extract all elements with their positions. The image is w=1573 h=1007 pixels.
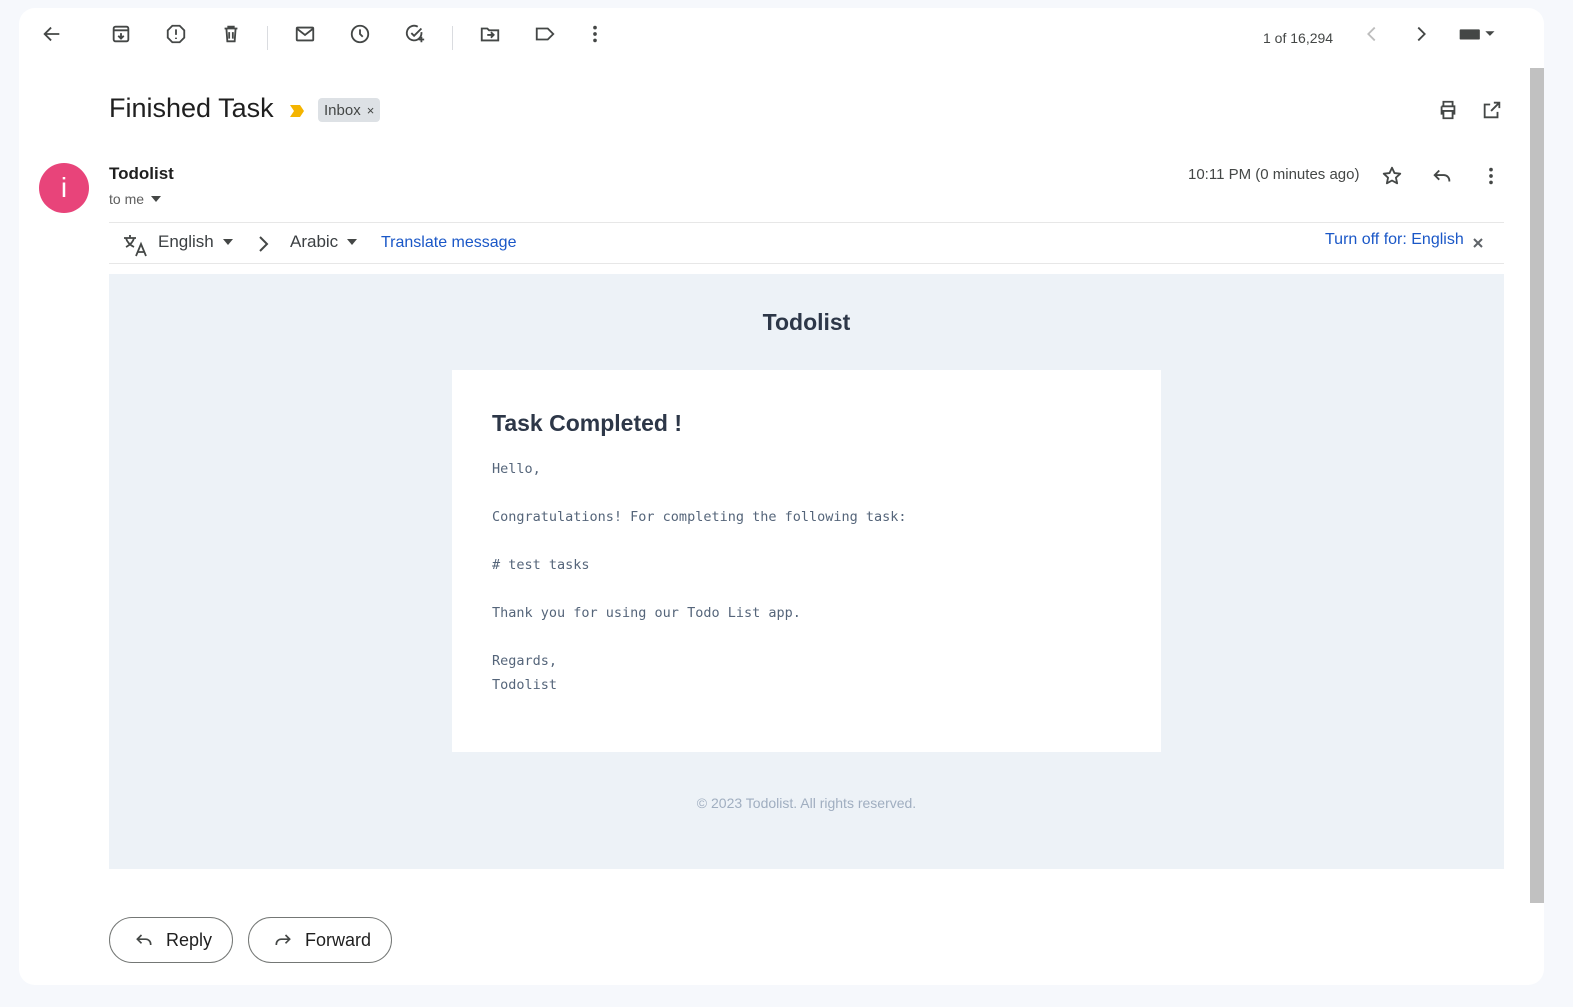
caret-down-icon (222, 239, 233, 245)
turn-off-translate-link[interactable]: Turn off for: English (1325, 231, 1464, 249)
target-language-select[interactable]: Arabic (290, 232, 358, 252)
reply-icon (1433, 169, 1451, 182)
scrollbar[interactable] (1530, 68, 1544, 903)
archive-icon (112, 25, 130, 43)
email-card: Task Completed ! Hello, Congratulations!… (452, 370, 1161, 752)
trash-icon (224, 25, 238, 43)
reply-button[interactable]: Reply (109, 917, 234, 963)
more-vertical-icon (593, 25, 597, 43)
arrow-left-icon (43, 26, 60, 42)
email-content: Todolist Task Completed ! Hello, Congrat… (109, 274, 1504, 869)
caret-down-icon (151, 196, 162, 202)
email-heading: Task Completed ! (492, 410, 682, 436)
snooze-button[interactable] (347, 21, 373, 47)
chevron-right-icon (259, 236, 269, 252)
move-to-button[interactable] (477, 21, 503, 47)
report-icon (166, 24, 186, 44)
recipient-text: to me (109, 191, 145, 207)
labels-button[interactable] (532, 21, 558, 47)
forward-icon (275, 934, 291, 945)
chevron-left-icon (1367, 26, 1376, 42)
close-icon[interactable] (1473, 238, 1483, 248)
message-time: 10:11 PM (0 minutes ago) (1188, 166, 1360, 183)
message-panel: 1 of 16,294 Finished Task Inbox × i Todo… (19, 8, 1544, 985)
delete-button[interactable] (218, 21, 244, 47)
body-line: # test tasks (492, 557, 590, 573)
older-button[interactable] (1408, 21, 1434, 47)
subject: Finished Task (109, 93, 274, 123)
email-footer: © 2023 Todolist. All rights reserved. (696, 795, 917, 811)
source-language: English (158, 232, 214, 251)
recipient-details[interactable]: to me (109, 191, 162, 207)
archive-button[interactable] (108, 21, 134, 47)
reply-label: Reply (166, 929, 213, 950)
remove-label-button[interactable]: × (367, 103, 375, 118)
reply-icon-button[interactable] (1429, 163, 1455, 189)
target-language: Arabic (290, 232, 339, 251)
sender-avatar[interactable]: i (39, 163, 89, 213)
print-icon (1440, 100, 1456, 120)
translate-icon (124, 235, 147, 257)
clock-icon (350, 24, 370, 44)
body-line: Todolist (492, 677, 558, 693)
more-options-button[interactable] (582, 21, 608, 47)
open-in-new-icon (1483, 101, 1501, 119)
reply-icon (136, 934, 152, 945)
caret-down-icon (347, 239, 358, 245)
toolbar-divider (452, 26, 453, 50)
report-spam-button[interactable] (163, 21, 189, 47)
body-line (492, 625, 1121, 649)
newer-button[interactable] (1359, 21, 1385, 47)
more-vertical-icon (1489, 167, 1493, 185)
open-new-window-button[interactable] (1479, 97, 1505, 123)
translate-message-link[interactable]: Translate message (381, 234, 516, 252)
body-line: Regards, (492, 653, 558, 669)
inbox-label-chip: Inbox × (318, 98, 381, 122)
body-line: Hello, (492, 461, 541, 477)
body-line (492, 577, 1121, 601)
body-line: Thank you for using our Todo List app. (492, 605, 801, 621)
message-toolbar: 1 of 16,294 (19, 8, 1544, 68)
forward-button[interactable]: Forward (248, 917, 393, 963)
add-to-tasks-button[interactable] (402, 21, 428, 47)
body-line: Congratulations! For completing the foll… (492, 509, 907, 525)
sender-name[interactable]: Todolist (109, 164, 174, 184)
print-all-button[interactable] (1435, 97, 1461, 123)
back-button[interactable] (39, 21, 65, 47)
task-add-icon (405, 24, 425, 43)
label-text: Inbox (324, 101, 361, 119)
star-icon (1382, 166, 1402, 185)
email-brand: Todolist (762, 309, 851, 335)
star-button[interactable] (1379, 163, 1405, 189)
mark-unread-button[interactable] (292, 21, 318, 47)
label-icon (535, 27, 555, 41)
message-more-button[interactable] (1478, 163, 1504, 189)
mail-icon (295, 26, 315, 42)
translate-bar: English Arabic Translate message Turn of… (109, 222, 1504, 264)
chevron-right-icon (1417, 26, 1426, 42)
input-tools-button[interactable] (1455, 21, 1501, 47)
toolbar-divider (267, 26, 268, 50)
pager-count: 1 of 16,294 (1263, 30, 1334, 46)
keyboard-icon (1459, 29, 1495, 40)
important-marker-icon[interactable] (289, 104, 305, 118)
body-line (492, 481, 1121, 505)
source-language-select[interactable]: English (158, 232, 234, 252)
body-line (492, 529, 1121, 553)
forward-label: Forward (305, 929, 372, 950)
folder-move-icon (480, 27, 500, 42)
